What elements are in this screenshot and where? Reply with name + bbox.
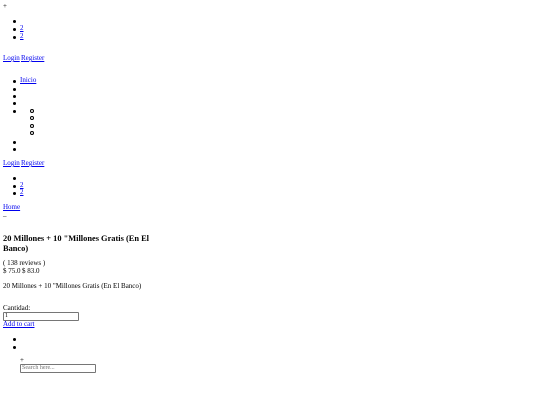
cart-count-link[interactable]: 2: [20, 25, 24, 32]
list-bullet: [13, 345, 16, 349]
register-link[interactable]: Register: [21, 55, 44, 62]
list-bullet: [13, 337, 16, 341]
add-to-cart-button[interactable]: Add to cart: [3, 321, 35, 328]
nav-item[interactable]: [13, 140, 16, 144]
submenu-item[interactable]: [30, 123, 34, 128]
list-bullet: [13, 176, 16, 180]
plus-icon[interactable]: +: [3, 3, 7, 10]
list-bullet: [13, 191, 16, 195]
login-link[interactable]: Login: [3, 55, 20, 62]
list-bullet: [13, 184, 16, 188]
login-link[interactable]: Login: [3, 160, 20, 167]
search-input[interactable]: [20, 364, 96, 373]
breadcrumb-separator: –: [3, 212, 7, 220]
product-price: $ 75.0: [3, 267, 21, 275]
nav-item[interactable]: [13, 147, 16, 151]
submenu-item[interactable]: [30, 131, 34, 135]
nav-item-inicio[interactable]: Inicio: [20, 77, 36, 84]
breadcrumb-home[interactable]: Home: [3, 204, 20, 211]
product-description: 20 Millones + 10 "Millones Gratis (En El…: [3, 282, 142, 290]
nav-item[interactable]: [13, 87, 16, 91]
list-bullet: [13, 19, 16, 23]
plus-icon[interactable]: +: [20, 357, 24, 364]
reviews-count: ( 138 reviews ): [3, 259, 46, 267]
product-title: 20 Millones + 10 "Millones Gratis (En El…: [3, 234, 149, 253]
submenu-item[interactable]: [30, 116, 34, 120]
nav-item-with-submenu[interactable]: [13, 109, 16, 113]
list-bullet: [13, 35, 16, 39]
nav-item[interactable]: [13, 94, 16, 98]
submenu-item[interactable]: [30, 109, 34, 113]
product-old-price: $ 83.0: [22, 267, 40, 275]
nav-bullet: [13, 79, 16, 83]
quantity-label: Cantidad:: [3, 304, 31, 312]
register-link[interactable]: Register: [21, 160, 44, 167]
nav-item[interactable]: [13, 101, 16, 105]
list-bullet: [13, 27, 16, 31]
wishlist-count-link[interactable]: 2: [20, 33, 24, 40]
wishlist-count-link[interactable]: 2: [20, 189, 24, 196]
